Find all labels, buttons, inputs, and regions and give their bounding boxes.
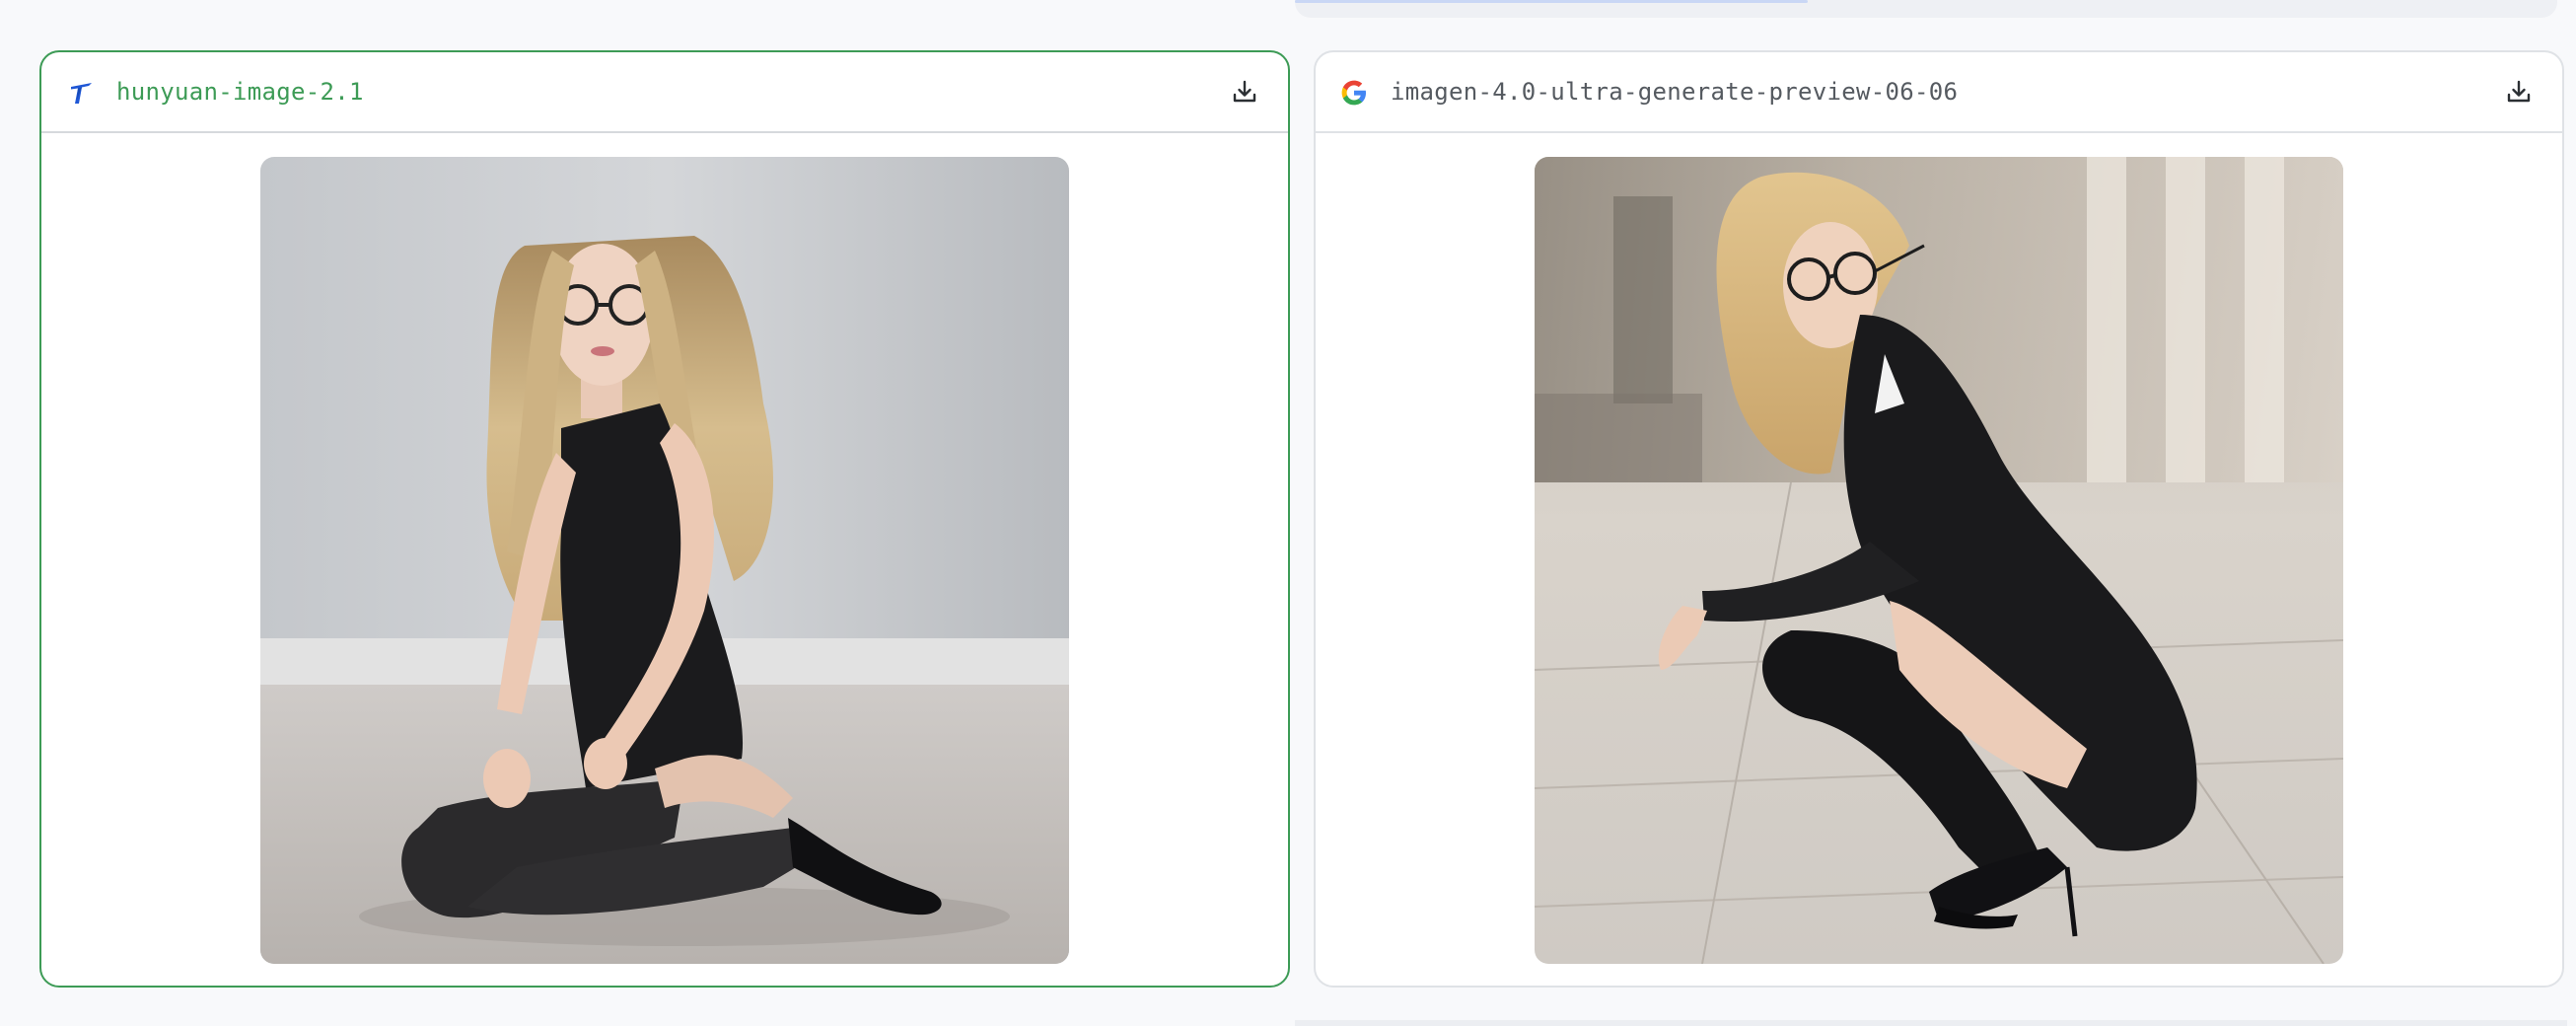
image-area: [41, 133, 1288, 986]
generated-image-render: [1535, 157, 2343, 964]
generated-image-render: [260, 157, 1069, 964]
google-logo-icon: [1341, 80, 1366, 106]
download-button[interactable]: [1225, 72, 1264, 111]
card-header: hunyuan-image-2.1: [41, 52, 1288, 133]
model-name: imagen-4.0-ultra-generate-preview-06-06: [1391, 78, 1959, 106]
card-header: imagen-4.0-ultra-generate-preview-06-06: [1316, 52, 2562, 133]
scroll-indicator-fill: [1295, 0, 1808, 3]
download-icon: [2507, 80, 2531, 103]
download-icon: [1233, 80, 1256, 103]
generated-image[interactable]: [260, 157, 1069, 964]
generated-image[interactable]: [1535, 157, 2343, 964]
model-result-card-right: imagen-4.0-ultra-generate-preview-06-06: [1314, 50, 2564, 988]
scroll-indicator[interactable]: [1295, 0, 2557, 18]
image-area: [1316, 133, 2562, 986]
model-name: hunyuan-image-2.1: [116, 78, 364, 106]
model-result-card-left: hunyuan-image-2.1: [39, 50, 1290, 988]
scroll-edge: [1295, 1020, 2567, 1026]
hunyuan-logo-icon: [71, 83, 92, 104]
download-button[interactable]: [2499, 72, 2539, 111]
